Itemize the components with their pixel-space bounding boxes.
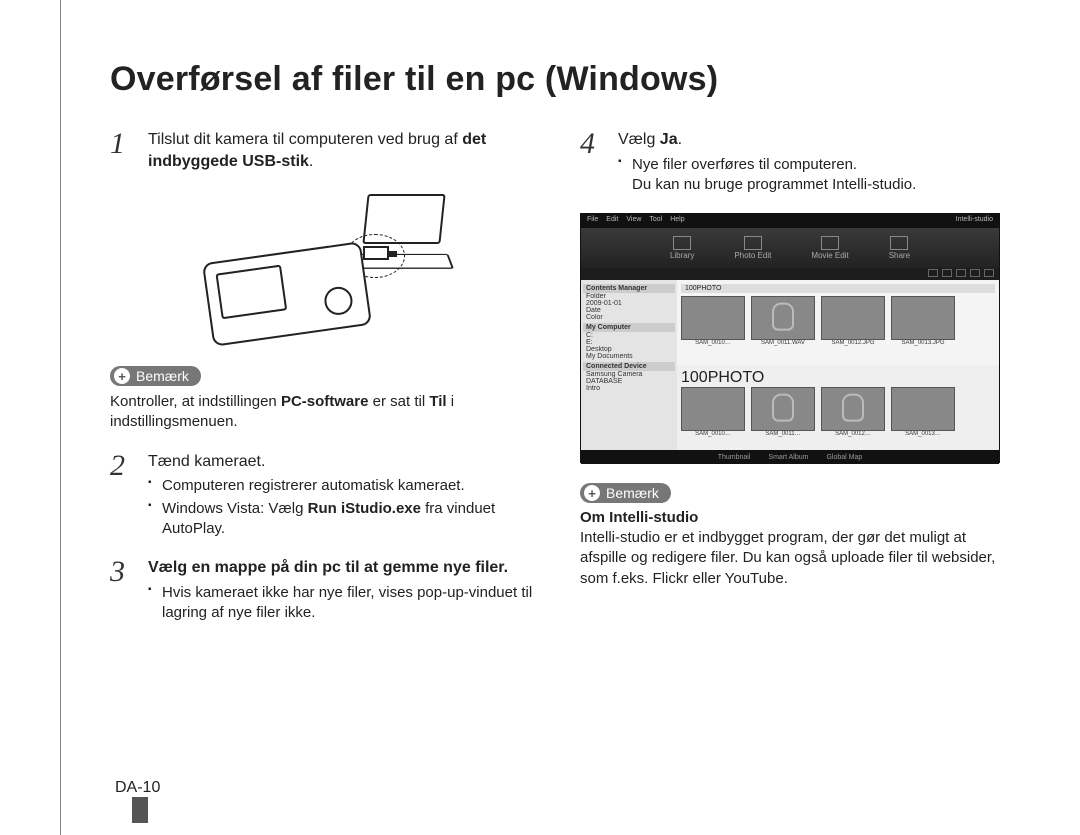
step2-lead: Tænd kameraet. — [148, 451, 540, 473]
note-2: + Bemærk Om Intelli-studio Intelli-studi… — [580, 483, 1010, 589]
step-2: 2 Tænd kameraet. Computeren registrerer … — [110, 451, 540, 541]
app-main: 100PHOTO SAM_0010… SAM_0011.WAV SAM_0012… — [677, 280, 999, 450]
step-body: Vælg Ja. Nye filer overføres til compute… — [618, 129, 1010, 197]
toolbar-movieedit: Movie Edit — [811, 236, 848, 260]
app-sidebar: Contents Manager Folder 2009-01-01 Date … — [581, 280, 677, 450]
plus-icon: + — [584, 485, 600, 501]
step-number: 1 — [110, 129, 134, 172]
step-4: 4 Vælg Ja. Nye filer overføres til compu… — [580, 129, 1010, 197]
page-tab-marker — [132, 797, 148, 823]
step-number: 2 — [110, 451, 134, 541]
step2-bullet-1: Computeren registrerer automatisk kamera… — [148, 476, 540, 496]
note-badge: + Bemærk — [580, 483, 671, 503]
step4-lead: Vælg Ja. — [618, 129, 1010, 151]
note-badge: + Bemærk — [110, 366, 201, 386]
note-label: Bemærk — [136, 368, 189, 384]
note-subtitle: Om Intelli-studio — [580, 509, 1010, 526]
note-text: Kontroller, at indstillingen PC-software… — [110, 392, 540, 433]
page-title: Overførsel af filer til en pc (Windows) — [110, 60, 1010, 99]
note-text: Intelli-studio er et indbygget program, … — [580, 528, 1010, 589]
note-label: Bemærk — [606, 485, 659, 501]
step-number: 4 — [580, 129, 604, 197]
step-body: Vælg en mappe på din pc til at gemme nye… — [148, 557, 540, 625]
app-menubar: File Edit View Tool Help Intelli-studio — [581, 214, 999, 228]
app-title: Intelli-studio — [956, 216, 993, 226]
step4-bullet-1: Nye filer overføres til computeren. Du k… — [618, 155, 1010, 196]
step-number: 3 — [110, 557, 134, 625]
intelli-studio-screenshot: File Edit View Tool Help Intelli-studio … — [580, 213, 1000, 463]
usb-plug-icon — [363, 246, 389, 260]
note-1: + Bemærk Kontroller, at indstillingen PC… — [110, 366, 540, 433]
camera-icon — [202, 241, 372, 346]
step-body: Tilslut dit kamera til computeren ved br… — [148, 129, 540, 172]
app-toolbar: Library Photo Edit Movie Edit Share — [581, 228, 999, 268]
app-footer: Thumbnail Smart Album Global Map — [581, 450, 999, 464]
app-view-icons — [581, 268, 999, 280]
step3-lead: Vælg en mappe på din pc til at gemme nye… — [148, 559, 508, 576]
app-pane-bottom: 100PHOTO SAM_0010… SAM_0011… SAM_0012… S… — [677, 365, 999, 450]
app-pane-top: 100PHOTO SAM_0010… SAM_0011.WAV SAM_0012… — [677, 280, 999, 365]
page-number: DA-10 — [115, 779, 160, 797]
plus-icon: + — [114, 368, 130, 384]
page-left-rule — [60, 0, 61, 835]
toolbar-photoedit: Photo Edit — [734, 236, 771, 260]
step-1: 1 Tilslut dit kamera til computeren ved … — [110, 129, 540, 172]
step1-text-before: Tilslut dit kamera til computeren ved br… — [148, 131, 462, 148]
step1-text-after: . — [309, 153, 313, 170]
right-column: 4 Vælg Ja. Nye filer overføres til compu… — [580, 129, 1010, 641]
left-column: 1 Tilslut dit kamera til computeren ved … — [110, 129, 540, 641]
toolbar-share: Share — [889, 236, 910, 260]
camera-laptop-illustration — [175, 188, 475, 348]
step-3: 3 Vælg en mappe på din pc til at gemme n… — [110, 557, 540, 625]
step3-bullet-1: Hvis kameraet ikke har nye filer, vises … — [148, 583, 540, 624]
toolbar-library: Library — [670, 236, 694, 260]
manual-page: Overførsel af filer til en pc (Windows) … — [0, 0, 1080, 835]
two-column-layout: 1 Tilslut dit kamera til computeren ved … — [110, 129, 1010, 641]
step-body: Tænd kameraet. Computeren registrerer au… — [148, 451, 540, 541]
step2-bullet-2: Windows Vista: Vælg Run iStudio.exe fra … — [148, 499, 540, 540]
